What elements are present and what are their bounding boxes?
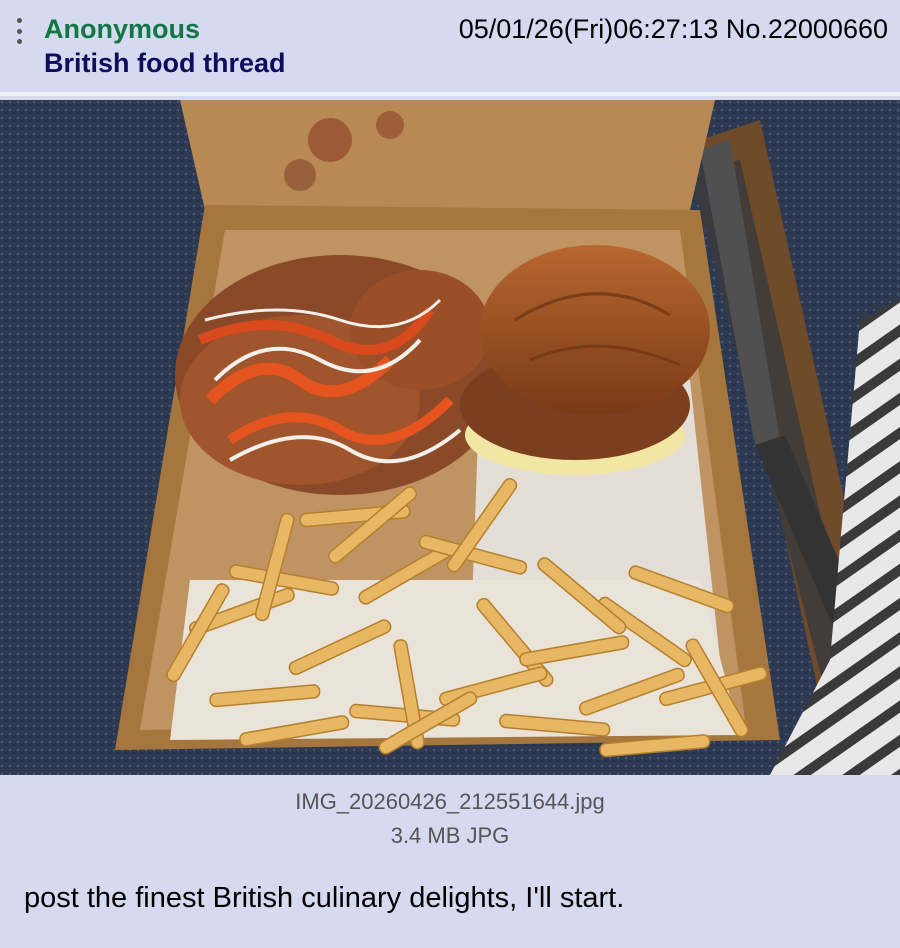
file-name-link[interactable]: IMG_20260426_212551644.jpg <box>0 789 900 815</box>
file-info: IMG_20260426_212551644.jpg 3.4 MB JPG <box>0 775 900 849</box>
poster-name: Anonymous <box>44 14 201 44</box>
post-header: Anonymous British food thread 05/01/26(F… <box>0 0 900 96</box>
post-meta[interactable]: 05/01/26(Fri)06:27:13 No.22000660 <box>459 14 888 45</box>
file-size: 3.4 MB JPG <box>390 823 510 848</box>
post-comment: post the finest British culinary delight… <box>24 882 625 914</box>
post-subject: British food thread <box>44 48 286 78</box>
post-image[interactable] <box>0 100 900 775</box>
vertical-ellipsis-icon[interactable] <box>13 18 25 44</box>
